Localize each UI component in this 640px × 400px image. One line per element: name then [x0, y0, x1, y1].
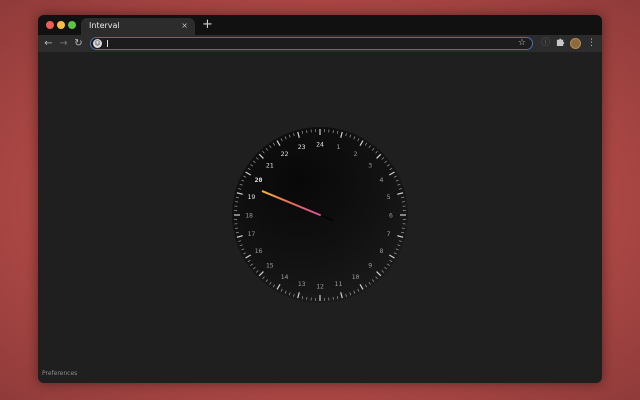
clock-hour-label: 16 — [255, 247, 263, 255]
clock-hour-label: 1 — [336, 143, 340, 151]
maximize-window-button[interactable] — [68, 21, 76, 29]
clock-hour-label: 17 — [248, 230, 256, 238]
minimize-window-button[interactable] — [57, 21, 65, 29]
url-input[interactable] — [105, 38, 505, 49]
new-tab-icon[interactable]: + — [202, 18, 213, 32]
clock-hour-label: 9 — [368, 262, 372, 270]
clock-hour-label: 10 — [352, 273, 360, 281]
clock-hour-label: 23 — [298, 143, 306, 151]
clock-hour-label: 22 — [281, 150, 289, 158]
clock-hour-label: 8 — [380, 247, 384, 255]
clock-hour-label: 2 — [354, 150, 358, 158]
preferences-link[interactable]: Preferences — [42, 370, 77, 377]
back-arrow-icon[interactable]: ← — [42, 37, 55, 50]
browser-toolbar: ← → ↻ ☺ ☆ ⓘ ⋮ — [38, 35, 602, 52]
reload-icon[interactable]: ↻ — [72, 37, 85, 50]
clock-hour-label: 13 — [298, 280, 306, 288]
menu-kebab-icon[interactable]: ⋮ — [585, 37, 598, 50]
clock-hour-label: 6 — [389, 212, 393, 220]
close-tab-icon[interactable]: × — [181, 21, 188, 31]
clock-hour-label: 12 — [316, 283, 324, 291]
close-window-button[interactable] — [46, 21, 54, 29]
interval-clock: 24 1234567891011121314151617181920212223 — [232, 127, 408, 303]
tab-strip: Interval × + — [38, 15, 602, 35]
clock-hour-label: 19 — [248, 193, 256, 201]
tab-interval[interactable]: Interval × — [81, 18, 195, 35]
clock-hour-label: 14 — [281, 273, 289, 281]
forward-arrow-icon[interactable]: → — [57, 37, 70, 50]
info-icon[interactable]: ⓘ — [539, 37, 552, 50]
clock-hour-label: 4 — [380, 176, 384, 184]
address-bar[interactable]: ☺ ☆ — [90, 37, 533, 50]
clock-hour-label: 21 — [266, 161, 274, 169]
extensions-puzzle-icon[interactable] — [554, 37, 567, 50]
clock-hour-label: 3 — [368, 161, 372, 169]
clock-hour-label: 20 — [255, 176, 263, 184]
site-info-icon[interactable]: ☺ — [93, 39, 102, 48]
clock-hour-label: 5 — [387, 193, 391, 201]
profile-avatar-icon[interactable] — [570, 38, 581, 49]
clock-hour-label: 15 — [266, 262, 274, 270]
clock-hour-label: 7 — [387, 230, 391, 238]
clock-hour-label: 24 — [316, 141, 324, 149]
page-content: 24 1 2 3 4 5 6 7 8 9 10 11 12 13 14 15 16 17 18 19 20 21 22 23 … — [38, 52, 602, 383]
browser-window: Interval × + ← → ↻ ☺ ☆ ⓘ ⋮ 24 1 2 3 4 5 … — [38, 15, 602, 383]
star-icon[interactable]: ☆ — [518, 38, 526, 49]
tab-title: Interval — [89, 21, 120, 30]
clock-hour-label: 18 — [245, 212, 253, 220]
clock-hour-label: 11 — [334, 280, 342, 288]
